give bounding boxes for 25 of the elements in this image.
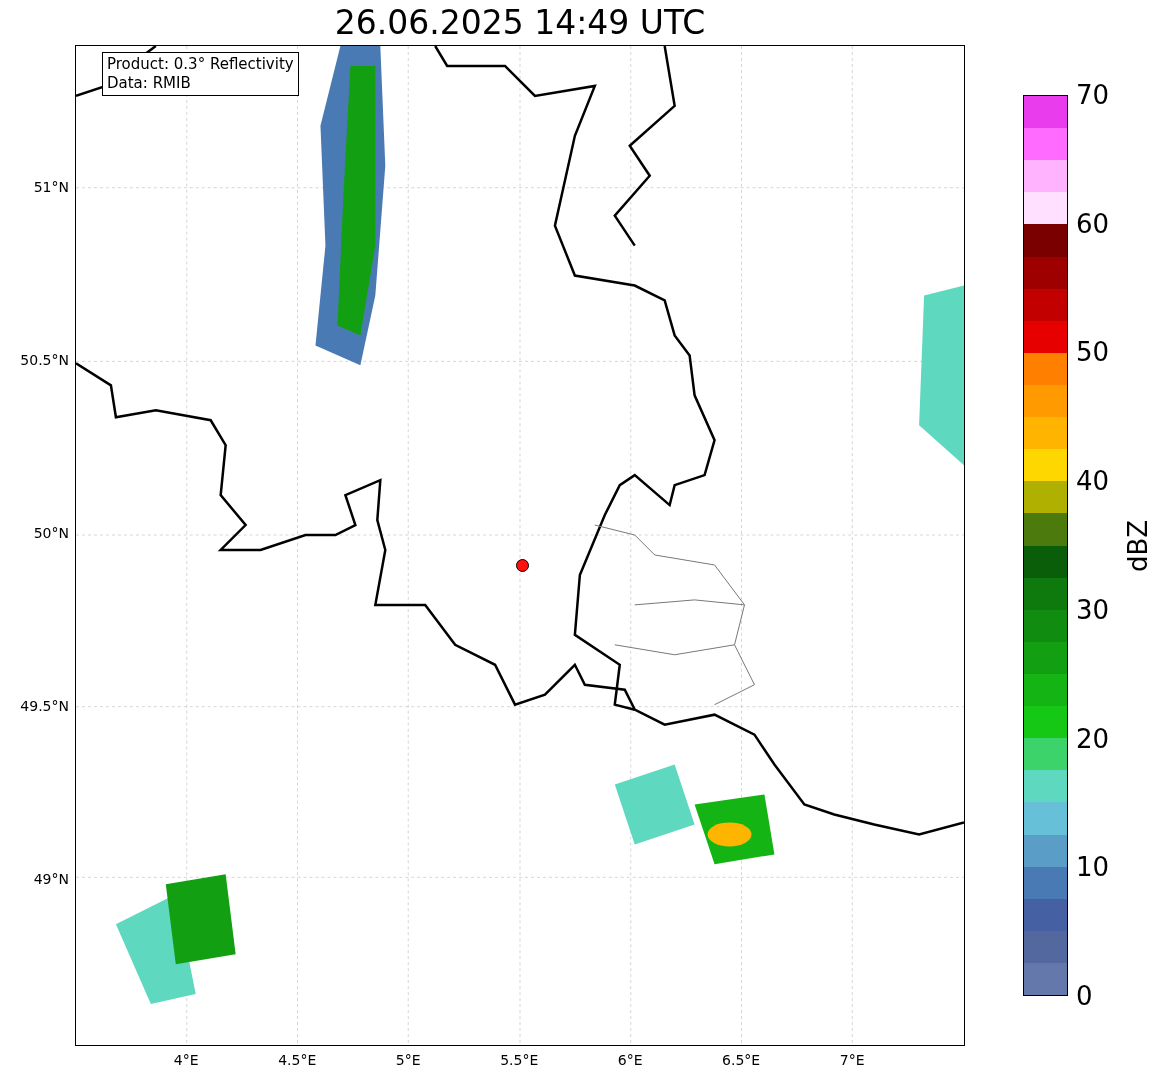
longitude-tick-label: 5°E — [395, 1052, 421, 1068]
colorbar-tick-label: 30 — [1076, 596, 1110, 623]
colorbar-tick-label: 70 — [1076, 82, 1110, 108]
chart-title: 26.06.2025 14:49 UTC — [334, 3, 706, 43]
longitude-tick-label: 4.5°E — [278, 1052, 317, 1068]
longitude-tick-label: 6°E — [617, 1052, 643, 1068]
colorbar-tick-label: 0 — [1076, 983, 1093, 1009]
longitude-tick-label: 7°E — [839, 1052, 865, 1068]
colorbar-tick-label: 60 — [1076, 210, 1110, 237]
radar-site-marker — [516, 559, 529, 572]
legend-text: Product: 0.3° Reflectivity — [107, 55, 294, 74]
legend-text: Data: RMIB — [107, 73, 192, 93]
colorbar-tick-label: 20 — [1076, 725, 1110, 752]
latitude-tick-label: 49.5°N — [20, 697, 69, 714]
colorbar-tick-label: 10 — [1076, 854, 1110, 881]
longitude-tick-label: 5.5°E — [500, 1052, 539, 1068]
colorbar-label: dBZ — [1125, 519, 1152, 572]
latitude-tick-label: 51°N — [33, 179, 69, 196]
colorbar-tick-label: 50 — [1076, 339, 1110, 366]
latitude-tick-label: 49°N — [33, 870, 69, 887]
latitude-tick-label: 50.5°N — [20, 352, 69, 368]
longitude-tick-label: 4°E — [173, 1052, 199, 1068]
longitude-tick-label: 6.5°E — [722, 1052, 761, 1068]
latitude-tick-label: 50°N — [33, 524, 69, 541]
colorbar-tick-label: 40 — [1076, 468, 1110, 495]
